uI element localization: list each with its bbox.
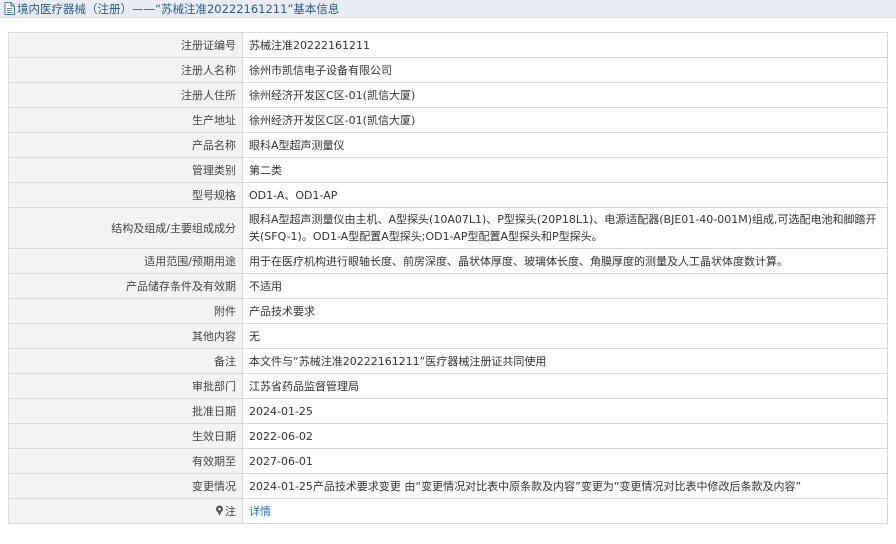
field-value: OD1-A、OD1-AP — [242, 182, 888, 208]
note-label: 注 — [225, 504, 236, 518]
table-row: 备注 本文件与“苏械注准20222161211”医疗器械注册证共同使用 — [8, 348, 888, 374]
table-row: 其他内容无 — [8, 323, 888, 349]
registration-info-table: 注册证编号 苏械注准20222161211 注册人名称 徐州市凯信电子设备有限公司 注册… — [8, 32, 888, 524]
field-value: 2022-06-02 — [242, 423, 888, 449]
field-label: 注册人住所 — [8, 82, 243, 108]
page-title: 境内医疗器械（注册）——“苏械注准20222161211”基本信息 — [17, 1, 340, 16]
table-row: 审批部门 江苏省药品监督管理局 — [8, 373, 888, 399]
pin-icon — [216, 505, 223, 516]
table-row: 管理类别 第二类 — [8, 157, 888, 183]
field-label: 适用范围/预期用途 — [8, 248, 243, 274]
field-value: 眼科A型超声测量仪 — [242, 132, 888, 158]
field-value: 徐州市凯信电子设备有限公司 — [242, 57, 888, 83]
table-row: 产品名称 眼科A型超声测量仪 — [8, 132, 888, 158]
field-label: 型号规格 — [8, 182, 243, 208]
table-row: 批准日期 2024-01-25 — [8, 398, 888, 424]
field-value: 徐州经济开发区C区-01(凯信大厦) — [242, 82, 888, 108]
document-icon — [4, 2, 15, 15]
table-row: 注册人住所 徐州经济开发区C区-01(凯信大厦) — [8, 82, 888, 108]
field-label: 注册证编号 — [8, 32, 243, 58]
table-row: 产品储存条件及有效期 不适用 — [8, 273, 888, 299]
field-label: 备注 — [8, 348, 243, 374]
table-row: 变更情况 2024-01-25产品技术要求变更 由“变更情况对比表中原条款及内容”… — [8, 473, 888, 499]
field-label: 其他内容 — [8, 323, 243, 349]
table-row: 附件 产品技术要求 — [8, 298, 888, 324]
field-label: 注册人名称 — [8, 57, 243, 83]
field-label: 管理类别 — [8, 157, 243, 183]
field-label: 生效日期 — [8, 423, 243, 449]
field-label: 产品名称 — [8, 132, 243, 158]
field-value: 无 — [242, 323, 888, 349]
field-value: 2027-06-01 — [242, 448, 888, 474]
table-row: 型号规格 OD1-A、OD1-AP — [8, 182, 888, 208]
page-title-bar: 境内医疗器械（注册）——“苏械注准20222161211”基本信息 — [0, 0, 896, 18]
field-value: 产品技术要求 — [242, 298, 888, 324]
field-value: 江苏省药品监督管理局 — [242, 373, 888, 399]
table-row: 生效日期 2022-06-02 — [8, 423, 888, 449]
note-label-cell: 注 — [8, 498, 243, 524]
table-row: 有效期至 2027-06-01 — [8, 448, 888, 474]
field-label: 附件 — [8, 298, 243, 324]
field-value: 不适用 — [242, 273, 888, 299]
field-value: 徐州经济开发区C区-01(凯信大厦) — [242, 107, 888, 133]
field-value: 2024-01-25 — [242, 398, 888, 424]
field-label: 变更情况 — [8, 473, 243, 499]
field-value: 眼科A型超声测量仪由主机、A型探头(10A07L1)、P型探头(20P18L1)… — [242, 207, 888, 249]
field-label: 审批部门 — [8, 373, 243, 399]
field-label: 有效期至 — [8, 448, 243, 474]
field-label: 批准日期 — [8, 398, 243, 424]
table-row: 生产地址 徐州经济开发区C区-01(凯信大厦) — [8, 107, 888, 133]
table-row: 注册人名称 徐州市凯信电子设备有限公司 — [8, 57, 888, 83]
details-link[interactable]: 详情 — [249, 505, 271, 518]
note-value-cell: 详情 — [242, 498, 888, 524]
field-value: 第二类 — [242, 157, 888, 183]
table-row-note: 注详情 — [8, 498, 888, 524]
table-row: 适用范围/预期用途 用于在医疗机构进行眼轴长度、前房深度、晶状体厚度、玻璃体长度、… — [8, 248, 888, 274]
field-value: 苏械注准20222161211 — [242, 32, 888, 58]
table-row: 注册证编号 苏械注准20222161211 — [8, 32, 888, 58]
field-value: 本文件与“苏械注准20222161211”医疗器械注册证共同使用 — [242, 348, 888, 374]
field-value: 用于在医疗机构进行眼轴长度、前房深度、晶状体厚度、玻璃体长度、角膜厚度的测量及人… — [242, 248, 888, 274]
field-label: 产品储存条件及有效期 — [8, 273, 243, 299]
field-value: 2024-01-25产品技术要求变更 由“变更情况对比表中原条款及内容”变更为“… — [242, 473, 888, 499]
field-label: 生产地址 — [8, 107, 243, 133]
table-row: 结构及组成/主要组成成分 眼科A型超声测量仪由主机、A型探头(10A07L1)、P… — [8, 207, 888, 249]
field-label: 结构及组成/主要组成成分 — [8, 207, 243, 249]
